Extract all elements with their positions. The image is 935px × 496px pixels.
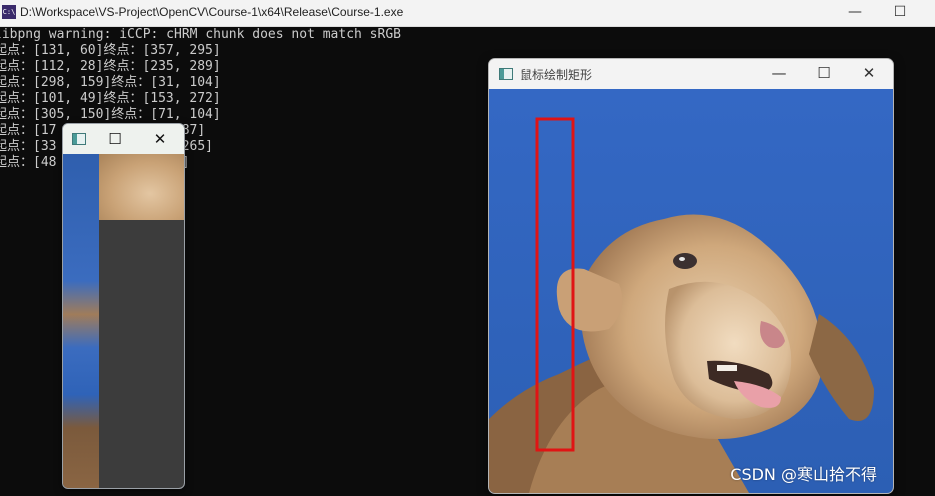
console-minimize-button[interactable]: — — [832, 0, 878, 26]
console-titlebar: C:\ D:\Workspace\VS-Project\OpenCV\Cours… — [0, 0, 935, 27]
cropped-roi-image — [99, 154, 184, 220]
console-line: 起点：[112, 28]终点：[235, 289] — [0, 59, 221, 74]
main-window-title: 鼠标绘制矩形 — [520, 68, 593, 82]
console-line: 起点：[101, 49]终点：[153, 272] — [0, 91, 221, 106]
csdn-watermark: CSDN @寒山拾不得 — [730, 465, 877, 484]
sheep-teeth — [717, 365, 737, 371]
window-app-icon — [72, 133, 86, 145]
small-window-titlebar[interactable]: ☐ ✕ — [63, 124, 184, 154]
draw-rectangle-window[interactable]: 鼠标绘制矩形 — ☐ ✕ CSDN @寒山拾不得 — [488, 58, 894, 494]
main-minimize-button[interactable]: — — [757, 59, 801, 89]
small-window-maximize-button[interactable]: ☐ — [103, 128, 127, 150]
console-window-title: D:\Workspace\VS-Project\OpenCV\Course-1\… — [20, 5, 404, 19]
console-app-icon: C:\ — [2, 5, 16, 19]
console-maximize-button[interactable]: ☐ — [877, 0, 923, 26]
console-line: 起点：[298, 159]终点：[31, 104] — [0, 75, 221, 90]
cropped-image-window[interactable]: ☐ ✕ — [62, 123, 185, 489]
cropped-image-canvas — [63, 154, 184, 488]
console-line: 起点：[131, 60]终点：[357, 295] — [0, 43, 221, 58]
console-line: 起点：[305, 150]终点：[71, 104] — [0, 107, 221, 122]
main-maximize-button[interactable]: ☐ — [802, 59, 846, 89]
main-close-button[interactable]: ✕ — [847, 59, 891, 89]
image-canvas[interactable]: CSDN @寒山拾不得 — [489, 89, 893, 493]
window-app-icon — [499, 68, 513, 80]
main-window-titlebar[interactable]: 鼠标绘制矩形 — ☐ ✕ — [489, 59, 893, 89]
background-image-strip — [63, 154, 99, 488]
small-window-close-button[interactable]: ✕ — [148, 128, 172, 150]
console-line: libpng warning: iCCP: cHRM chunk does no… — [0, 27, 401, 42]
sheep-photo — [489, 89, 893, 493]
sheep-eye — [673, 253, 697, 269]
eye-highlight — [679, 257, 685, 261]
